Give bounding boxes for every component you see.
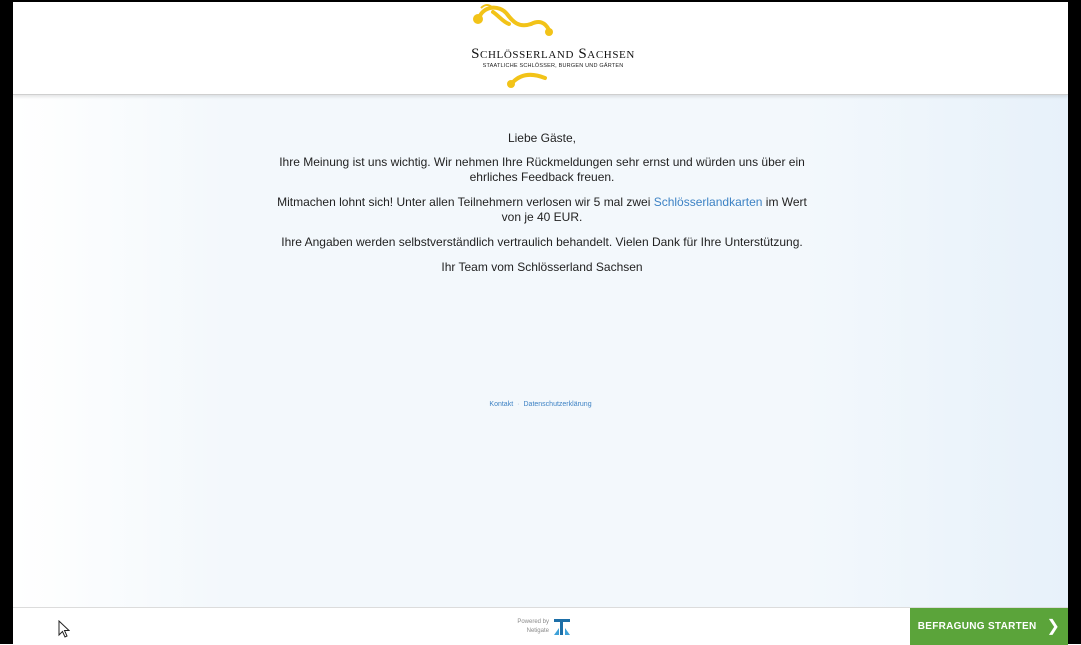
intro-paragraph-3: Ihre Angaben werden selbstverständlich v… [281, 235, 803, 249]
p2-before: Mitmachen lohnt sich! Unter allen Teilne… [277, 195, 654, 209]
chevron-right-icon: ❯ [1046, 617, 1061, 635]
page-header: Schlösserland Sachsen STAATLICHE SCHLÖSS… [13, 2, 1068, 95]
netigate-logo-icon [554, 619, 570, 635]
privacy-link[interactable]: Datenschutzerklärung [524, 401, 592, 408]
intro-paragraph-2: Mitmachen lohnt sich! Unter allen Teilne… [277, 195, 807, 225]
main-content: Liebe Gäste, Ihre Meinung ist uns wichti… [13, 95, 1068, 607]
contact-link[interactable]: Kontakt [489, 401, 513, 408]
powered-by-label: Powered by [517, 619, 549, 625]
greeting: Liebe Gäste, [507, 131, 577, 145]
mouse-cursor-icon [58, 620, 70, 638]
vendor-name: Netigate [526, 628, 549, 634]
page-footer: Powered by Netigate BEFRAGUNG STARTEN ❯ [13, 607, 1068, 645]
legal-links: Kontakt · Datenschutzerklärung [13, 401, 1068, 408]
signature: Ihr Team vom Schlösserland Sachsen [441, 260, 643, 274]
legal-separator: · [517, 401, 520, 408]
brand-logo: Schlösserland Sachsen STAATLICHE SCHLÖSS… [453, 2, 653, 94]
powered-by: Powered by Netigate [507, 618, 577, 640]
brand-subtitle: STAATLICHE SCHLÖSSER, BURGEN UND GÄRTEN [482, 63, 624, 69]
intro-text: Liebe Gäste, Ihre Meinung ist uns wichti… [277, 131, 807, 285]
start-survey-label: BEFRAGUNG STARTEN [917, 621, 1037, 632]
intro-paragraph-1: Ihre Meinung ist uns wichtig. Wir nehmen… [279, 155, 805, 184]
brand-title: Schlösserland Sachsen [471, 46, 635, 62]
start-survey-button[interactable]: BEFRAGUNG STARTEN ❯ [910, 608, 1068, 645]
schloesserlandkarten-link[interactable]: Schlösserlandkarten [654, 195, 763, 209]
